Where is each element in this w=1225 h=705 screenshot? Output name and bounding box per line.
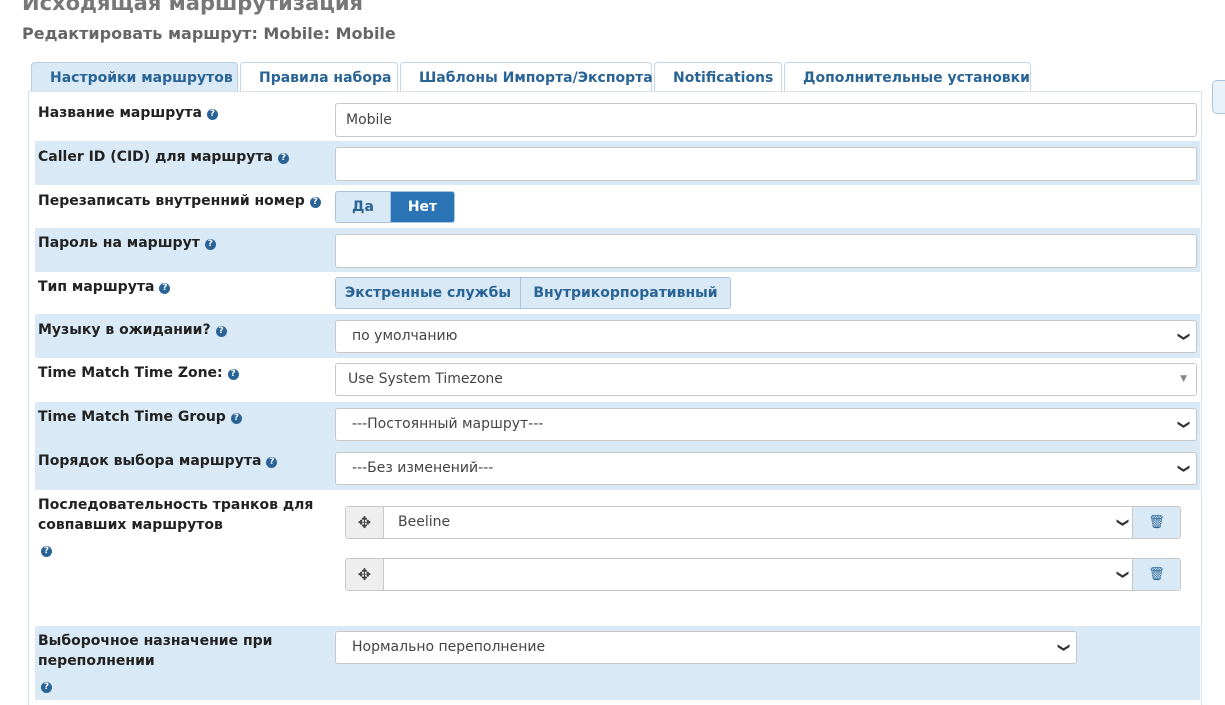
trunk-select-2[interactable]: ✥ ❯ 🗑 xyxy=(345,558,1181,591)
trash-icon[interactable]: 🗑 xyxy=(1132,559,1180,590)
tab-notifications[interactable]: Notifications xyxy=(654,62,782,92)
help-icon[interactable]: ? xyxy=(206,109,218,120)
tab-bar: Настройки маршрутов Правила набора Шабло… xyxy=(31,61,1033,92)
help-icon[interactable]: ? xyxy=(309,197,321,208)
row-tm-timegroup: Time Match Time Group? ---Постоянный мар… xyxy=(35,402,1200,446)
overflow-destination-label: Выборочное назначение при переполнении ? xyxy=(38,633,273,693)
row-route-password: Пароль на маршрут? xyxy=(35,228,1200,272)
tab-import-export[interactable]: Шаблоны Импорта/Экспорта xyxy=(400,62,653,92)
route-position-label: Порядок выбора маршрута? xyxy=(38,451,278,471)
row-caller-id: Caller ID (CID) для маршрута? xyxy=(35,141,1200,185)
tm-timegroup-label: Time Match Time Group? xyxy=(38,407,242,427)
overflow-destination-select[interactable]: Нормально переполнение ❯ xyxy=(335,631,1077,664)
route-password-label: Пароль на маршрут? xyxy=(38,233,216,253)
row-override-extension: Перезаписать внутренний номер? Да Нет xyxy=(35,185,1200,228)
help-icon[interactable]: ? xyxy=(159,283,171,294)
row-music-on-hold: Музыку в ожидании?? по умолчанию ❯ xyxy=(35,314,1200,358)
row-trunk-sequence: Последовательность транков для совпавших… xyxy=(35,490,1200,626)
tm-timezone-label: Time Match Time Zone:? xyxy=(38,363,239,383)
row-tm-timezone: Time Match Time Zone:? Use System Timezo… xyxy=(35,358,1200,402)
tab-route-settings[interactable]: Настройки маршрутов xyxy=(31,62,238,92)
override-extension-toggle: Да Нет xyxy=(335,191,455,223)
help-icon[interactable]: ? xyxy=(230,413,242,424)
chevron-down-icon: ❯ xyxy=(1177,419,1192,430)
tm-timegroup-select[interactable]: ---Постоянный маршрут--- ❯ xyxy=(335,408,1197,441)
route-type-intracompany-option[interactable]: Внутрикорпоративный xyxy=(521,278,730,308)
help-icon[interactable]: ? xyxy=(266,457,278,468)
route-type-emergency-option[interactable]: Экстренные службы xyxy=(336,278,521,308)
row-route-type: Тип маршрута? Экстренные службы Внутрико… xyxy=(35,272,1200,314)
caret-down-icon: ▼ xyxy=(1180,374,1187,384)
page-title: Исходящая маршрутизация xyxy=(22,0,364,15)
arrows-move-icon[interactable]: ✥ xyxy=(346,507,384,538)
chevron-down-icon: ❯ xyxy=(1177,331,1192,342)
help-icon[interactable]: ? xyxy=(204,239,216,250)
row-overflow-destination: Выборочное назначение при переполнении ?… xyxy=(35,626,1200,700)
route-position-select[interactable]: ---Без изменений--- ❯ xyxy=(335,452,1197,485)
help-icon[interactable]: ? xyxy=(278,153,289,164)
trunk-select-1[interactable]: ✥ Beeline ❯ 🗑 xyxy=(345,506,1181,539)
override-yes-option[interactable]: Да xyxy=(336,192,391,222)
route-name-input[interactable] xyxy=(335,103,1197,137)
caller-id-input[interactable] xyxy=(335,147,1197,181)
tm-timezone-select[interactable]: Use System Timezone ▼ xyxy=(335,363,1197,396)
override-no-option[interactable]: Нет xyxy=(391,192,454,222)
music-on-hold-select[interactable]: по умолчанию ❯ xyxy=(335,320,1197,353)
side-panel-toggle[interactable] xyxy=(1212,80,1225,114)
route-name-label: Название маршрута? xyxy=(38,103,218,123)
row-route-name: Название маршрута? xyxy=(35,97,1200,141)
chevron-down-icon: ❯ xyxy=(1177,463,1192,474)
trunk-sequence-label: Последовательность транков для совпавших… xyxy=(38,497,314,557)
route-type-toggle: Экстренные службы Внутрикорпоративный xyxy=(335,277,731,309)
help-icon[interactable]: ? xyxy=(227,369,239,380)
chevron-down-icon: ❯ xyxy=(1057,642,1072,653)
help-icon[interactable]: ? xyxy=(41,682,52,693)
help-icon[interactable]: ? xyxy=(215,326,227,337)
page-subtitle: Редактировать маршрут: Mobile: Mobile xyxy=(22,24,396,43)
music-on-hold-label: Музыку в ожидании?? xyxy=(38,320,227,340)
help-icon[interactable]: ? xyxy=(41,546,52,557)
row-route-position: Порядок выбора маршрута? ---Без изменени… xyxy=(35,446,1200,490)
tab-dial-patterns[interactable]: Правила набора xyxy=(240,62,398,92)
route-password-input[interactable] xyxy=(335,234,1197,268)
arrows-move-icon[interactable]: ✥ xyxy=(346,559,384,590)
route-type-label: Тип маршрута? xyxy=(38,277,171,297)
caller-id-label: Caller ID (CID) для маршрута? xyxy=(38,147,289,167)
override-extension-label: Перезаписать внутренний номер? xyxy=(38,191,321,211)
tab-additional-settings[interactable]: Дополнительные установки xyxy=(784,62,1031,92)
trash-icon[interactable]: 🗑 xyxy=(1132,507,1180,538)
